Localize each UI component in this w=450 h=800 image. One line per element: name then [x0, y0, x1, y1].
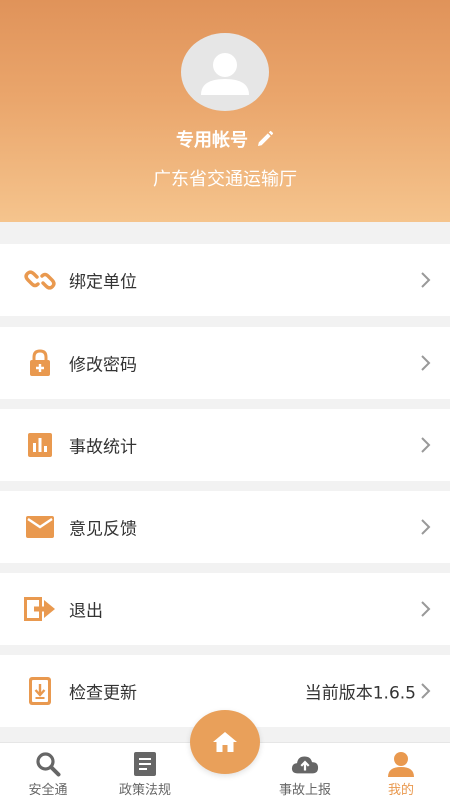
- menu-label: 意见反馈: [69, 519, 137, 540]
- tab-accident-report[interactable]: 事故上报: [260, 743, 350, 800]
- bar-chart-icon: [24, 429, 56, 461]
- tab-label: 我的: [387, 783, 414, 798]
- profile-header: 专用帐号 广东省交通运输厅: [0, 0, 450, 222]
- lock-icon: [24, 347, 56, 379]
- tab-safety[interactable]: 安全通: [3, 743, 93, 800]
- mail-icon: [24, 511, 56, 543]
- tab-label: 政策法规: [118, 783, 171, 798]
- avatar[interactable]: [181, 33, 269, 111]
- chevron-right-icon: [420, 271, 432, 289]
- menu-label: 退出: [69, 601, 103, 622]
- menu-label: 事故统计: [69, 437, 137, 458]
- menu-item-feedback[interactable]: 意见反馈: [0, 491, 450, 563]
- menu-label: 检查更新: [69, 683, 137, 704]
- tab-label: 安全通: [28, 783, 68, 798]
- search-icon: [34, 751, 62, 777]
- menu-label: 修改密码: [69, 355, 137, 376]
- home-icon: [213, 732, 237, 752]
- account-label: 专用帐号: [176, 130, 248, 151]
- account-row: 专用帐号: [0, 124, 450, 154]
- document-icon: [131, 751, 159, 777]
- organization-name: 广东省交通运输厅: [153, 169, 297, 190]
- version-text: 当前版本1.6.5: [304, 683, 416, 704]
- chevron-right-icon: [420, 682, 432, 700]
- tab-policy[interactable]: 政策法规: [100, 743, 190, 800]
- menu-item-accident-stats[interactable]: 事故统计: [0, 409, 450, 481]
- chevron-right-icon: [420, 518, 432, 536]
- chevron-right-icon: [420, 600, 432, 618]
- home-button[interactable]: [190, 710, 260, 774]
- logout-icon: [24, 593, 56, 625]
- menu-item-logout[interactable]: 退出: [0, 573, 450, 645]
- tab-label: 事故上报: [278, 783, 331, 798]
- menu-label: 绑定单位: [69, 272, 137, 293]
- pencil-icon[interactable]: [256, 130, 274, 148]
- menu-item-change-password[interactable]: 修改密码: [0, 327, 450, 399]
- cloud-upload-icon: [291, 751, 319, 777]
- chevron-right-icon: [420, 354, 432, 372]
- tab-mine[interactable]: 我的: [356, 743, 446, 800]
- link-icon: [24, 264, 56, 296]
- menu-item-bind-unit[interactable]: 绑定单位: [0, 244, 450, 316]
- chevron-right-icon: [420, 436, 432, 454]
- person-icon: [387, 751, 415, 777]
- user-silhouette-icon: [201, 53, 249, 95]
- download-icon: [24, 675, 56, 707]
